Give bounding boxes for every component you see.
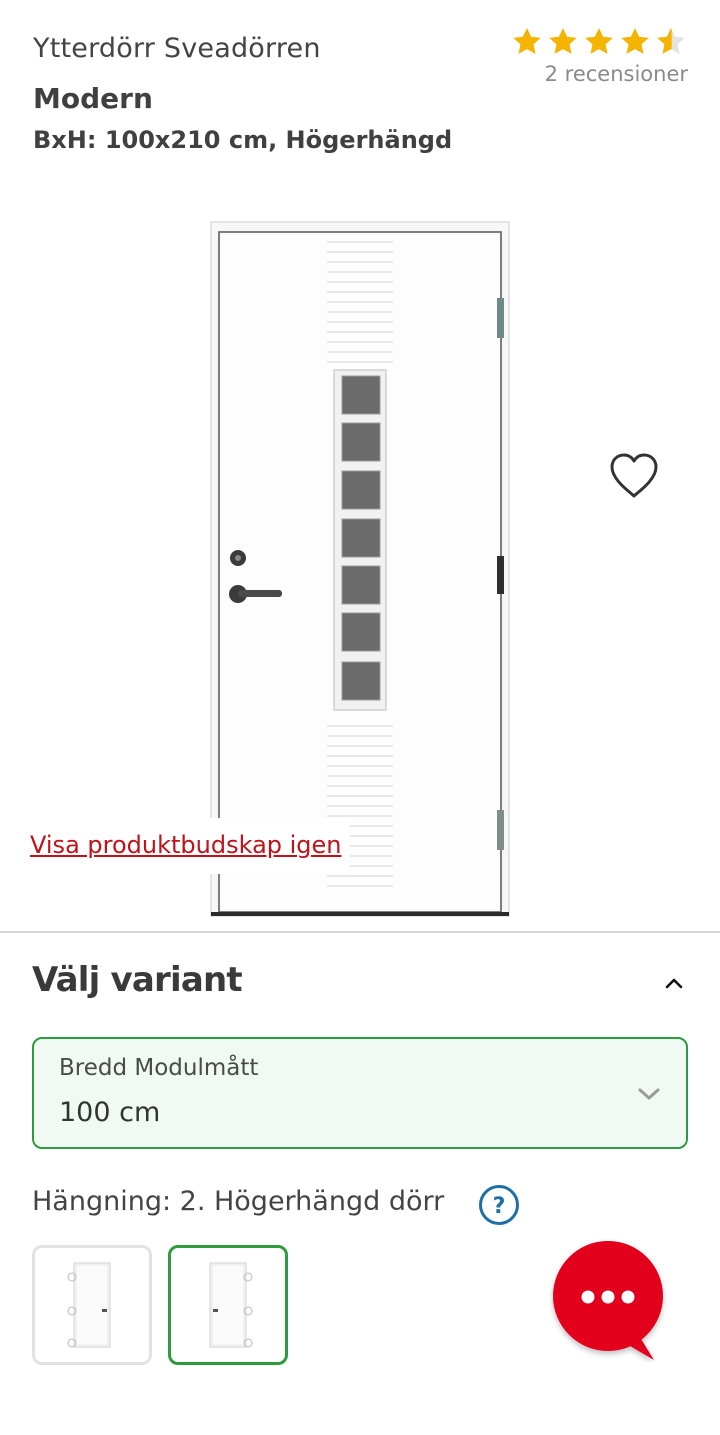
question-circle-icon[interactable]: ? xyxy=(478,1184,520,1226)
svg-text:?: ? xyxy=(493,1194,506,1219)
section-divider xyxy=(0,931,720,933)
hanging-option-right[interactable] xyxy=(168,1245,288,1365)
chevron-down-icon xyxy=(638,1088,660,1100)
half-star-icon xyxy=(657,28,685,54)
left-hung-door-thumbnail xyxy=(67,1262,111,1348)
product-model: Modern xyxy=(33,82,153,115)
chevron-up-icon xyxy=(665,978,683,989)
hanging-option-left[interactable] xyxy=(32,1245,152,1365)
star-rating xyxy=(510,26,688,58)
star-icon xyxy=(549,28,577,54)
star-icon xyxy=(621,28,649,54)
chat-bubble-icon[interactable] xyxy=(550,1238,670,1362)
right-hung-door-thumbnail xyxy=(209,1262,253,1348)
star-icon xyxy=(585,28,613,54)
product-header: Ytterdörr Sveadörren Modern BxH: 100x210… xyxy=(0,0,720,180)
width-select-label: Bredd Modulmått xyxy=(59,1055,259,1081)
variant-section-title: Välj variant xyxy=(32,960,243,1000)
show-product-message-link[interactable]: Visa produktbudskap igen xyxy=(22,818,350,874)
variant-section-toggle[interactable]: Välj variant xyxy=(32,960,688,1012)
product-brand-line: Ytterdörr Sveadörren xyxy=(33,33,321,64)
review-count-link[interactable]: 2 recensioner xyxy=(545,62,688,86)
width-select-value: 100 cm xyxy=(59,1097,161,1128)
product-dimensions: BxH: 100x210 cm, Högerhängd xyxy=(33,126,453,154)
width-select[interactable]: Bredd Modulmått 100 cm xyxy=(32,1037,688,1149)
hanging-label: Hängning: 2. Högerhängd dörr xyxy=(32,1186,445,1217)
star-icon xyxy=(513,28,541,54)
door-product-image xyxy=(210,221,510,917)
heart-outline-icon[interactable] xyxy=(608,452,660,500)
